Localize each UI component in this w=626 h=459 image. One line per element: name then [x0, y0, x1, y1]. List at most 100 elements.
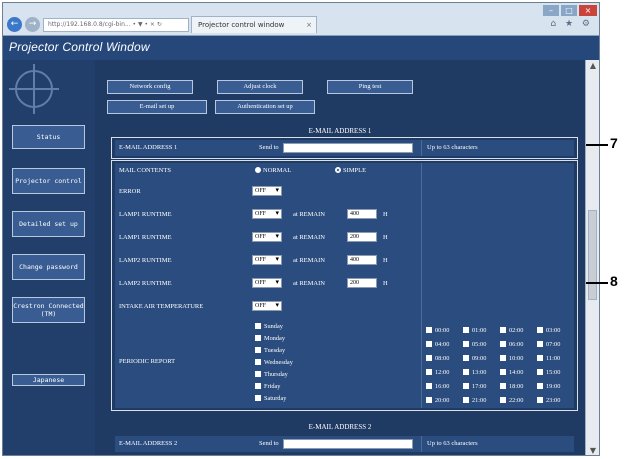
hour-checkbox[interactable]: 18:00	[500, 383, 523, 390]
day-checkbox[interactable]: Wednesday	[255, 359, 293, 366]
tab-adjust-clock[interactable]: Adjust clock	[217, 80, 303, 94]
runtime-select[interactable]: OFF	[252, 209, 282, 219]
email2-label: E-MAIL ADDRESS 2	[119, 440, 178, 447]
checkbox-icon	[463, 355, 469, 361]
browser-tools-icons[interactable]: ⌂ ★ ⚙	[550, 19, 593, 29]
hour-checkbox[interactable]: 05:00	[463, 341, 486, 348]
hour-checkbox[interactable]: 23:00	[537, 397, 560, 404]
hour-checkbox[interactable]: 04:00	[426, 341, 449, 348]
runtime-label: LAMP1 RUNTIME	[119, 211, 172, 218]
day-checkbox[interactable]: Saturday	[255, 395, 286, 402]
close-window-button[interactable]: ×	[579, 5, 597, 16]
checkbox-icon	[255, 371, 261, 377]
hour-label: 02:00	[509, 327, 524, 334]
runtime-select[interactable]: OFF	[252, 255, 282, 265]
hour-checkbox[interactable]: 16:00	[426, 383, 449, 390]
remain-input[interactable]: 400	[347, 209, 377, 219]
hour-checkbox[interactable]: 14:00	[500, 369, 523, 376]
remain-input[interactable]: 400	[347, 255, 377, 265]
error-select[interactable]: OFF	[252, 186, 282, 196]
address-bar[interactable]: http://192.168.0.8/cgi-bin... • ▼ • × ↻	[43, 18, 189, 32]
sidebar-item-projector-control[interactable]: Projector control	[12, 168, 85, 194]
sidebar-item-change-password[interactable]: Change password	[12, 254, 85, 280]
hour-label: 03:00	[546, 327, 561, 334]
email1-send-to-label: Send to	[259, 144, 279, 151]
hour-checkbox[interactable]: 06:00	[500, 341, 523, 348]
checkbox-icon	[500, 355, 506, 361]
intake-temp-select[interactable]: OFF	[252, 301, 282, 311]
mail-contents-label: MAIL CONTENTS	[119, 167, 171, 174]
hour-checkbox[interactable]: 07:00	[537, 341, 560, 348]
sidebar-item-status[interactable]: Status	[12, 125, 85, 149]
remain-input[interactable]: 200	[347, 232, 377, 242]
scroll-down-icon[interactable]: ▼	[586, 445, 599, 455]
scroll-up-icon[interactable]: ▲	[586, 60, 599, 72]
day-checkbox[interactable]: Thursday	[255, 371, 288, 378]
hour-label: 12:00	[435, 369, 450, 376]
day-checkbox[interactable]: Monday	[255, 335, 285, 342]
radio-simple[interactable]: SIMPLE	[335, 167, 366, 174]
browser-tab[interactable]: Projector control window ×	[191, 16, 317, 33]
hour-checkbox[interactable]: 13:00	[463, 369, 486, 376]
remain-input[interactable]: 200	[347, 278, 377, 288]
email2-input[interactable]	[283, 439, 413, 449]
hour-checkbox[interactable]: 10:00	[500, 355, 523, 362]
callout-8: 8	[610, 273, 618, 289]
forward-icon[interactable]: →	[25, 17, 40, 32]
day-checkbox[interactable]: Tuesday	[255, 347, 285, 354]
day-checkbox[interactable]: Sunday	[255, 323, 283, 330]
hour-label: 21:00	[472, 397, 487, 404]
hour-checkbox[interactable]: 17:00	[463, 383, 486, 390]
day-label: Wednesday	[264, 359, 293, 366]
checkbox-icon	[426, 355, 432, 361]
vertical-scrollbar[interactable]: ▲ ▼	[585, 60, 599, 455]
hour-label: 07:00	[546, 341, 561, 348]
email2-row: E-MAIL ADDRESS 2 Send to Up to 63 charac…	[115, 436, 574, 452]
hour-checkbox[interactable]: 03:00	[537, 327, 560, 334]
day-label: Saturday	[264, 395, 287, 402]
hour-checkbox[interactable]: 09:00	[463, 355, 486, 362]
maximize-button[interactable]: □	[561, 5, 577, 16]
hour-label: 06:00	[509, 341, 524, 348]
hour-checkbox[interactable]: 11:00	[537, 355, 560, 362]
radio-simple-icon	[335, 167, 341, 173]
hour-checkbox[interactable]: 21:00	[463, 397, 486, 404]
hour-checkbox[interactable]: 15:00	[537, 369, 560, 376]
hours-unit: H	[383, 257, 388, 264]
tab-authentication-setup[interactable]: Authentication set up	[215, 100, 315, 114]
sidebar-item-crestron[interactable]: Crestron Connected (TM)	[12, 297, 85, 323]
checkbox-icon	[426, 383, 432, 389]
hour-checkbox[interactable]: 19:00	[537, 383, 560, 390]
day-checkbox[interactable]: Friday	[255, 383, 280, 390]
hour-checkbox[interactable]: 00:00	[426, 327, 449, 334]
back-icon[interactable]: ←	[7, 17, 22, 32]
tab-network-config[interactable]: Network config	[107, 80, 193, 94]
error-label: ERROR	[119, 188, 141, 195]
remain-label: at REMAIN	[293, 211, 325, 218]
runtime-select[interactable]: OFF	[252, 232, 282, 242]
hour-label: 18:00	[509, 383, 524, 390]
hour-checkbox[interactable]: 01:00	[463, 327, 486, 334]
checkbox-icon	[255, 347, 261, 353]
sidebar-item-detailed-setup[interactable]: Detailed set up	[12, 211, 85, 237]
hour-checkbox[interactable]: 22:00	[500, 397, 523, 404]
tab-ping-test[interactable]: Ping test	[327, 80, 413, 94]
hour-checkbox[interactable]: 08:00	[426, 355, 449, 362]
hour-checkbox[interactable]: 02:00	[500, 327, 523, 334]
callout-7: 7	[610, 135, 618, 151]
hour-checkbox[interactable]: 20:00	[426, 397, 449, 404]
minimize-button[interactable]: –	[543, 5, 559, 16]
tab-email-setup[interactable]: E-mail set up	[107, 100, 207, 114]
runtime-label: LAMP1 RUNTIME	[119, 234, 172, 241]
email1-input[interactable]	[283, 143, 413, 153]
radio-normal[interactable]: NORMAL	[255, 167, 291, 174]
sidebar-item-japanese[interactable]: Japanese	[12, 374, 85, 386]
hour-checkbox[interactable]: 12:00	[426, 369, 449, 376]
tab-close-icon[interactable]: ×	[306, 17, 312, 33]
scrollbar-thumb[interactable]	[588, 210, 597, 300]
radio-normal-label: NORMAL	[263, 167, 292, 174]
hour-label: 14:00	[509, 369, 524, 376]
periodic-report-label: PERIODIC REPORT	[119, 358, 176, 365]
runtime-select[interactable]: OFF	[252, 278, 282, 288]
remain-label: at REMAIN	[293, 257, 325, 264]
